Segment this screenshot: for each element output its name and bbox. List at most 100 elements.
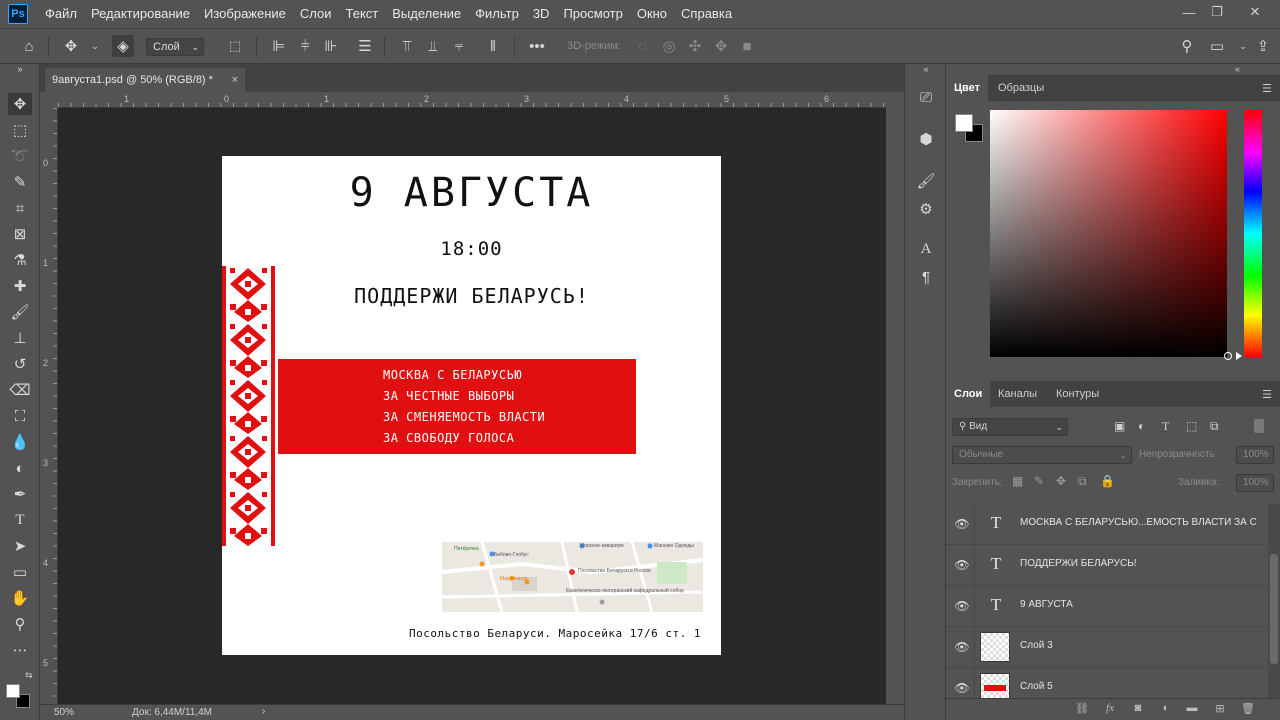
menu-help[interactable]: Справка <box>674 0 739 28</box>
delete-layer-icon[interactable]: 🗑 <box>1240 702 1256 718</box>
hand-tool-icon[interactable]: ✋ <box>8 587 32 609</box>
filter-shape-icon[interactable]: ⬚ <box>1186 419 1197 433</box>
hue-handle[interactable] <box>1236 352 1242 360</box>
tab-color[interactable]: Цвет <box>946 75 989 101</box>
layer-row[interactable]: 👁 T ПОДДЕРЖИ БЕЛАРУСЬ! <box>946 545 1268 586</box>
history-panel-icon[interactable]: ⎚ <box>915 86 937 108</box>
filter-adjustment-icon[interactable]: ◐ <box>1138 419 1145 433</box>
eye-icon[interactable]: 👁 <box>954 681 970 695</box>
menu-select[interactable]: Выделение <box>385 0 468 28</box>
scrollbar-thumb[interactable] <box>1270 554 1278 664</box>
zoom-tool-icon[interactable]: ⚲ <box>8 613 32 635</box>
move-tool-icon[interactable]: ✥ <box>60 35 82 57</box>
tab-paths[interactable]: Контуры <box>1048 381 1107 407</box>
workspace-icon[interactable]: ▭ <box>1206 35 1228 57</box>
filter-toggle[interactable] <box>1254 419 1264 433</box>
close-window-button[interactable]: ✕ <box>1238 0 1272 24</box>
dodge-tool-icon[interactable]: ◐ <box>8 457 32 479</box>
distribute-icon[interactable]: ☰ <box>354 35 376 57</box>
crop-tool-icon[interactable]: ⌗ <box>8 197 32 219</box>
new-group-icon[interactable]: ▬ <box>1184 702 1200 718</box>
lock-pixels-icon[interactable]: ✎ <box>1034 474 1044 488</box>
layer-name[interactable]: ПОДДЕРЖИ БЕЛАРУСЬ! <box>1020 558 1137 569</box>
align-bottom-icon[interactable]: ⫧ <box>448 35 470 57</box>
layer-row[interactable]: 👁 T МОСКВА С БЕЛАРУСЬЮ...ЕМОСТЬ ВЛАСТИ З… <box>946 504 1268 545</box>
collapse-chevrons-icon[interactable]: « <box>946 64 1280 74</box>
auto-select-dropdown[interactable]: Слой ⌄ <box>146 38 204 56</box>
swap-colors-icon[interactable]: ⇆ <box>25 670 33 681</box>
tab-channels[interactable]: Каналы <box>990 381 1045 407</box>
align-right-icon[interactable]: ⊪ <box>320 35 342 57</box>
brush-tool-icon[interactable]: 🖌 <box>8 301 32 323</box>
close-tab-icon[interactable]: × <box>232 68 238 92</box>
collapse-chevrons-icon[interactable] <box>0 64 40 74</box>
chevron-down-icon[interactable]: ⌄ <box>84 35 106 57</box>
hue-slider[interactable] <box>1244 110 1262 357</box>
move-tool-icon[interactable]: ✥ <box>8 93 32 115</box>
history-brush-tool-icon[interactable]: ↺ <box>8 353 32 375</box>
eraser-tool-icon[interactable]: ⌫ <box>8 379 32 401</box>
brush-settings-icon[interactable]: ⚙ <box>915 198 937 220</box>
lock-artboard-icon[interactable]: ⧉ <box>1078 474 1087 489</box>
menu-window[interactable]: Окно <box>630 0 674 28</box>
frame-tool-icon[interactable]: ⊠ <box>8 223 32 245</box>
menu-view[interactable]: Просмотр <box>556 0 629 28</box>
color-picker-field[interactable] <box>990 110 1227 357</box>
document-tab[interactable]: 9августа1.psd @ 50% (RGB/8) * × <box>45 68 245 92</box>
new-layer-icon[interactable]: ⊞ <box>1212 702 1228 718</box>
layer-row[interactable]: 👁 Слой 3 <box>946 627 1268 668</box>
opacity-input[interactable]: 100% <box>1236 446 1274 464</box>
document-canvas[interactable]: 9 АВГУСТА 18:00 ПОДДЕРЖИ БЕЛАРУСЬ! МОСКВ… <box>222 156 721 655</box>
healing-brush-tool-icon[interactable]: ✚ <box>8 275 32 297</box>
chevron-right-icon[interactable]: › <box>262 706 265 717</box>
chevron-down-icon[interactable]: ⌄ <box>1232 35 1254 57</box>
menu-filter[interactable]: Фильтр <box>468 0 526 28</box>
panel-menu-icon[interactable]: ☰ <box>1262 388 1272 401</box>
menu-3d[interactable]: 3D <box>526 0 557 28</box>
quick-select-tool-icon[interactable]: ✎ <box>8 171 32 193</box>
clone-stamp-tool-icon[interactable]: ⊥ <box>8 327 32 349</box>
menu-image[interactable]: Изображение <box>197 0 293 28</box>
filter-smart-object-icon[interactable]: ⧉ <box>1210 419 1219 434</box>
more-tools-icon[interactable]: ⋯ <box>8 639 32 661</box>
pen-tool-icon[interactable]: ✒ <box>8 483 32 505</box>
layer-name[interactable]: Слой 3 <box>1020 640 1053 651</box>
share-icon[interactable]: ⇪ <box>1252 35 1274 57</box>
fill-input[interactable]: 100% <box>1236 474 1274 492</box>
eye-icon[interactable]: 👁 <box>954 517 970 531</box>
align-top-icon[interactable]: ⫪ <box>396 35 418 57</box>
menu-edit[interactable]: Редактирование <box>84 0 197 28</box>
align-vcenter-icon[interactable]: ⫫ <box>422 35 444 57</box>
rectangle-tool-icon[interactable]: ▭ <box>8 561 32 583</box>
filter-type-icon[interactable]: T <box>1162 419 1169 434</box>
document-scrollbar[interactable] <box>886 92 904 704</box>
eye-icon[interactable]: 👁 <box>954 558 970 572</box>
blur-tool-icon[interactable]: 💧 <box>8 431 32 453</box>
collapse-chevrons-icon[interactable]: « <box>905 64 947 74</box>
eye-icon[interactable]: 👁 <box>954 640 970 654</box>
marquee-tool-icon[interactable]: ⬚ <box>8 119 32 141</box>
foreground-color-swatch[interactable] <box>955 114 973 132</box>
filter-pixel-icon[interactable]: ▣ <box>1114 419 1125 433</box>
layer-filter-dropdown[interactable]: ⚲ Вид ⌄ <box>952 418 1068 436</box>
menu-type[interactable]: Текст <box>339 0 386 28</box>
path-selection-tool-icon[interactable]: ➤ <box>8 535 32 557</box>
layer-row[interactable]: 👁 T 9 АВГУСТА <box>946 586 1268 627</box>
menu-layers[interactable]: Слои <box>293 0 339 28</box>
eyedropper-tool-icon[interactable]: ⚗ <box>8 249 32 271</box>
color-picker-handle[interactable] <box>1224 352 1232 360</box>
restore-button[interactable]: ❐ <box>1200 0 1234 24</box>
type-tool-icon[interactable]: T <box>8 509 32 531</box>
layer-name[interactable]: 9 АВГУСТА <box>1020 599 1073 610</box>
auto-select-icon[interactable]: ◈ <box>112 35 134 57</box>
link-layers-icon[interactable]: ⛓ <box>1074 702 1090 718</box>
transform-controls-icon[interactable]: ⬚ <box>224 35 246 57</box>
character-panel-icon[interactable]: A <box>915 238 937 260</box>
home-icon[interactable]: ⌂ <box>18 35 40 57</box>
lock-position-icon[interactable]: ✥ <box>1056 474 1066 488</box>
search-icon[interactable]: ⚲ <box>1176 35 1198 57</box>
paint-bucket-tool-icon[interactable]: ⛶ <box>8 405 32 427</box>
panel-menu-icon[interactable]: ☰ <box>1262 82 1272 95</box>
more-options-icon[interactable]: ••• <box>526 35 548 57</box>
paragraph-panel-icon[interactable]: ¶ <box>915 266 937 288</box>
